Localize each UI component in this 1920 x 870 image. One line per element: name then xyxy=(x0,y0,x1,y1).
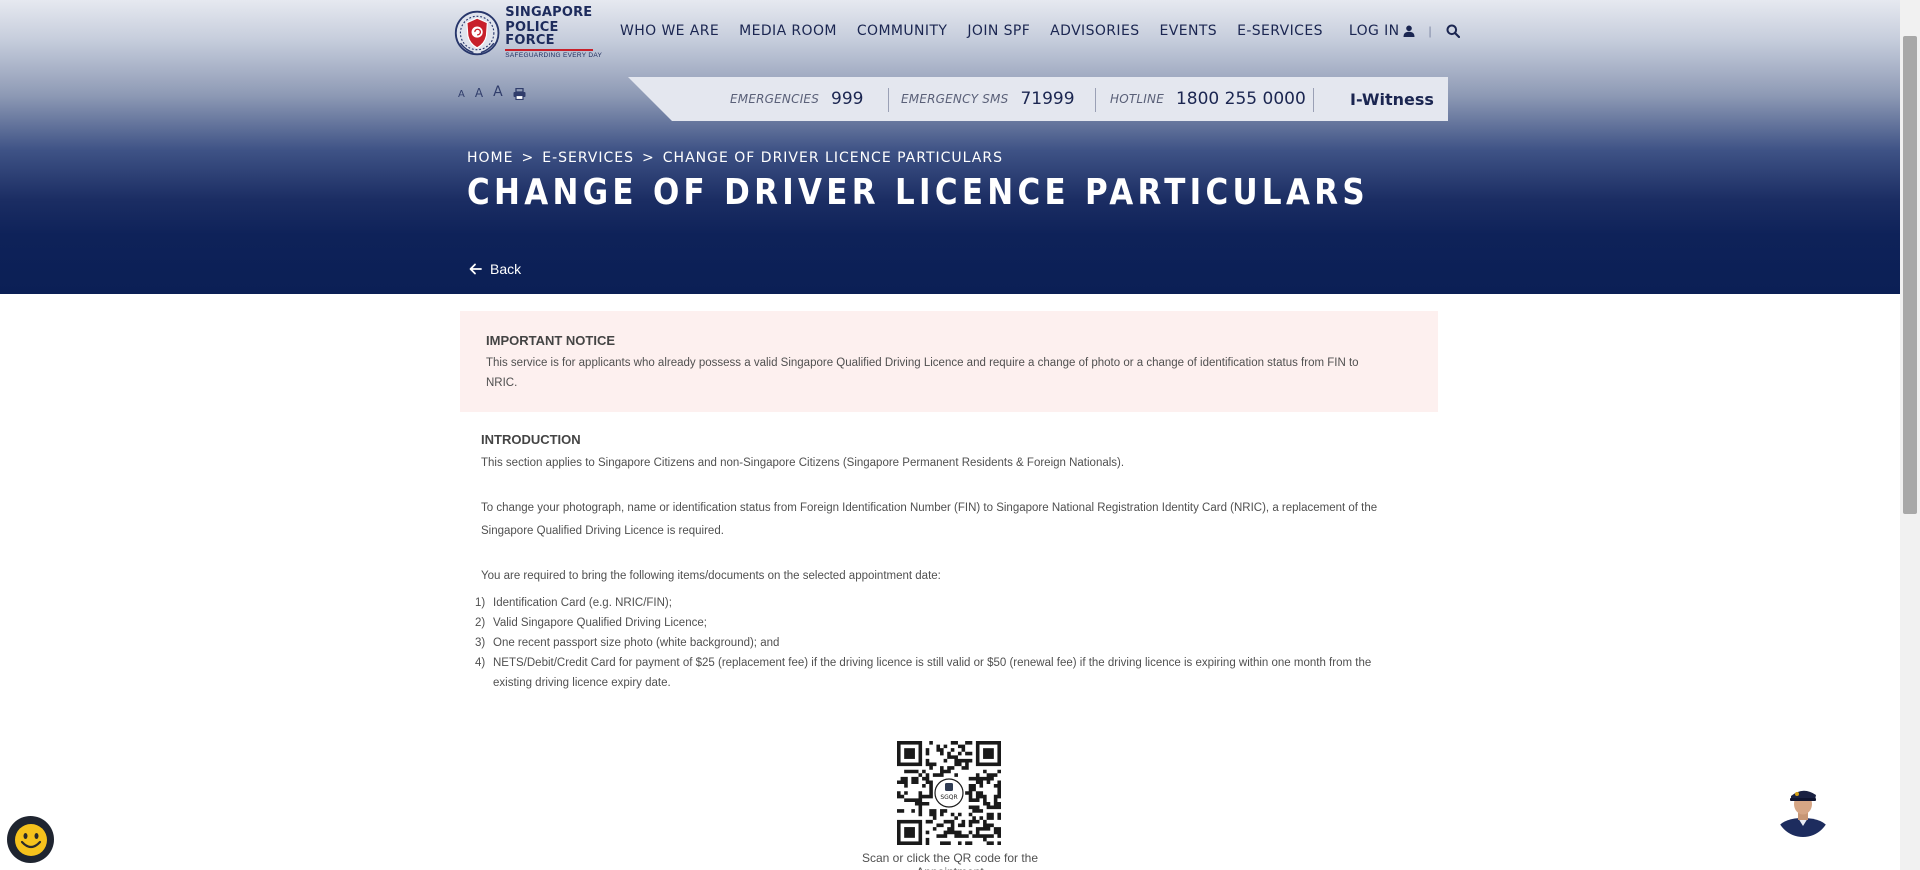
hotline-divider xyxy=(888,88,889,112)
nav-advisories[interactable]: ADVISORIES xyxy=(1050,23,1139,39)
back-label: Back xyxy=(490,261,522,277)
list-item-text: Valid Singapore Qualified Driving Licenc… xyxy=(493,617,707,629)
nav-events[interactable]: EVENTS xyxy=(1159,23,1217,39)
breadcrumb-home[interactable]: HOME xyxy=(467,150,513,166)
smiley-icon xyxy=(14,823,47,856)
list-item: 2) Valid Singapore Qualified Driving Lic… xyxy=(475,613,1395,633)
notice-body: This service is for applicants who alrea… xyxy=(486,357,1359,389)
search-icon xyxy=(1446,24,1460,38)
important-notice: IMPORTANT NOTICE This service is for app… xyxy=(460,311,1438,412)
page: SINGAPORE POLICE FORCE SAFEGUARDING EVER… xyxy=(0,0,1900,870)
list-item-number: 1) xyxy=(475,597,486,609)
logo-tagline: SAFEGUARDING EVERY DAY xyxy=(505,52,603,60)
spf-logo[interactable]: SINGAPORE POLICE FORCE SAFEGUARDING EVER… xyxy=(453,5,605,60)
hotline-label: HOTLINE xyxy=(1110,92,1164,106)
list-item-number: 4) xyxy=(475,657,486,669)
text-size-large[interactable]: A xyxy=(493,84,503,100)
nav-community[interactable]: COMMUNITY xyxy=(857,23,948,39)
nav-join-spf[interactable]: JOIN SPF xyxy=(967,23,1030,39)
police-hotline: HOTLINE 1800 255 0000 xyxy=(1110,77,1306,121)
utility-bar: A A A EMERGENCIES 999 EMERGENCY SMS 7199… xyxy=(453,77,1448,121)
intro-paragraph: This section applies to Singapore Citize… xyxy=(481,457,1125,469)
page-header: SINGAPORE POLICE FORCE SAFEGUARDING EVER… xyxy=(0,0,1900,294)
logo-line2: POLICE FORCE xyxy=(505,20,559,49)
emergency-sms-label: EMERGENCY SMS xyxy=(901,92,1009,106)
hotline-number: 1800 255 0000 xyxy=(1175,89,1306,109)
breadcrumb-e-services[interactable]: E-SERVICES xyxy=(542,150,634,166)
list-item-number: 2) xyxy=(475,617,486,629)
nav-who-we-are[interactable]: WHO WE ARE xyxy=(620,23,719,39)
breadcrumb-separator: > xyxy=(521,150,535,166)
user-icon xyxy=(1403,25,1415,37)
print-icon[interactable] xyxy=(513,88,526,100)
qr-caption: Scan or click the QR code for the Appoin… xyxy=(861,851,1039,870)
hotline-divider xyxy=(1313,88,1314,112)
emergencies-number: 999 xyxy=(831,89,864,109)
emergencies-label: EMERGENCIES xyxy=(730,92,820,106)
intro-title: INTRODUCTION xyxy=(481,432,581,447)
emergencies-hotline: EMERGENCIES 999 xyxy=(730,77,863,121)
hotline-bar: EMERGENCIES 999 EMERGENCY SMS 71999 HOTL… xyxy=(628,77,1448,121)
hotline-divider xyxy=(1095,88,1096,112)
main-nav: WHO WE ARE MEDIA ROOM COMMUNITY JOIN SPF… xyxy=(620,23,1480,39)
intro-paragraph: To change your photograph, name or ident… xyxy=(481,502,1378,537)
search-button[interactable] xyxy=(1446,24,1460,38)
list-item-text: One recent passport size photo (white ba… xyxy=(493,637,780,649)
breadcrumb-separator: > xyxy=(642,150,655,166)
required-items-list: 1) Identification Card (e.g. NRIC/FIN); … xyxy=(475,593,1395,693)
list-item-text: Identification Card (e.g. NRIC/FIN); xyxy=(493,597,672,609)
login-link[interactable]: LOG IN xyxy=(1349,23,1415,39)
intro-paragraph: You are required to bring the following … xyxy=(481,570,941,582)
list-item: 4) NETS/Debit/Credit Card for payment of… xyxy=(475,653,1395,693)
login-label: LOG IN xyxy=(1348,23,1400,39)
chatbot-avatar-icon[interactable] xyxy=(1776,782,1830,838)
page-scrollbar[interactable] xyxy=(1900,0,1920,870)
text-size-controls: A A A xyxy=(458,84,526,100)
back-link[interactable]: Back xyxy=(469,261,521,277)
list-item: 3) One recent passport size photo (white… xyxy=(475,633,1395,653)
spf-crest-icon xyxy=(454,10,500,56)
feedback-button[interactable] xyxy=(7,816,54,863)
scrollbar-thumb[interactable] xyxy=(1903,36,1917,514)
qr-center-label: SGQR xyxy=(940,794,957,801)
page-title: CHANGE OF DRIVER LICENCE PARTICULARS xyxy=(467,172,1369,213)
list-item-number: 3) xyxy=(475,637,486,649)
qr-logo-icon xyxy=(945,783,953,791)
nav-e-services[interactable]: E-SERVICES xyxy=(1237,23,1323,39)
introduction-section: INTRODUCTION This section applies to Sin… xyxy=(481,432,1401,588)
text-size-small[interactable]: A xyxy=(458,89,465,100)
notice-title: IMPORTANT NOTICE xyxy=(486,333,616,348)
list-item-text: NETS/Debit/Credit Card for payment of $2… xyxy=(493,657,1372,689)
breadcrumb-current: CHANGE OF DRIVER LICENCE PARTICULARS xyxy=(662,150,1003,166)
breadcrumb: HOME > E-SERVICES > CHANGE OF DRIVER LIC… xyxy=(467,150,1003,166)
iwitness-link[interactable]: I-Witness xyxy=(1350,77,1434,121)
list-item: 1) Identification Card (e.g. NRIC/FIN); xyxy=(475,593,1395,613)
arrow-left-icon xyxy=(469,263,482,275)
nav-separator: | xyxy=(1428,24,1432,38)
nav-media-room[interactable]: MEDIA ROOM xyxy=(739,23,837,39)
emergency-sms-number: 71999 xyxy=(1020,89,1075,109)
appointment-qr-code[interactable]: SGQR xyxy=(897,741,1001,845)
text-size-medium[interactable]: A xyxy=(475,86,483,100)
logo-line1: SINGAPORE xyxy=(505,5,593,21)
emergency-sms: EMERGENCY SMS 71999 xyxy=(901,77,1075,121)
